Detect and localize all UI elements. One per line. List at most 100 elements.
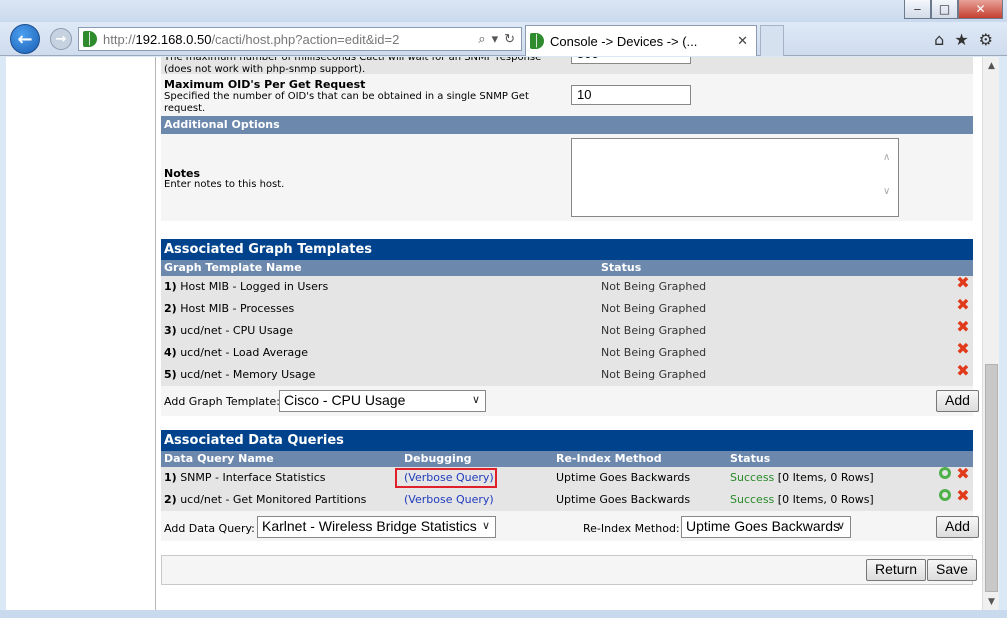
delete-icon[interactable]: ✖ (956, 466, 970, 482)
data-query-select[interactable]: Karlnet - Wireless Bridge Statistics ∨ (257, 516, 496, 538)
window-titlebar: ‒ □ ✕ (0, 0, 1007, 22)
max-oid-desc: Specified the number of OID's that can b… (164, 91, 529, 114)
reindex-method-select-value: Uptime Goes Backwards (686, 518, 841, 534)
delete-icon[interactable]: ✖ (956, 319, 970, 335)
browser-toolbar: ← → │ http://192.168.0.50/cacti/host.php… (0, 22, 1007, 56)
graph-template-name: 1) Host MIB - Logged in Users (164, 280, 329, 293)
delete-icon[interactable]: ✖ (956, 297, 970, 313)
url-prefix: http:// (103, 31, 136, 47)
max-oid-input[interactable]: 10 (571, 85, 691, 105)
delete-icon[interactable]: ✖ (956, 488, 970, 504)
add-data-query-label: Add Data Query: (164, 522, 255, 535)
scroll-up-arrow-icon[interactable]: ▲ (983, 57, 1000, 74)
data-queries-columns: Data Query Name Debugging Re-Index Metho… (161, 451, 973, 467)
chevron-down-icon: ∨ (481, 520, 490, 532)
url-path: /cacti/host.php?action=edit&id=2 (211, 31, 400, 47)
forward-button[interactable]: → (50, 28, 72, 50)
graph-templates-list: 1) Host MIB - Logged in Users Not Being G… (161, 275, 973, 386)
tab-close-icon[interactable]: ✕ (737, 33, 748, 49)
verbose-query-link[interactable]: (Verbose Query) (404, 489, 494, 511)
textarea-scroll-down-icon[interactable]: ∨ (883, 186, 890, 197)
settings-gear-icon[interactable]: ⚙ (979, 30, 993, 49)
home-icon[interactable]: ⌂ (934, 30, 944, 49)
textarea-scroll-up-icon[interactable]: ∧ (883, 152, 890, 163)
query-status: Success [0 Items, 0 Rows] (730, 493, 874, 506)
col-query-status: Status (730, 452, 771, 465)
new-tab-button[interactable] (760, 25, 784, 56)
minimize-button[interactable]: ‒ (904, 0, 931, 19)
scroll-down-arrow-icon[interactable]: ▼ (983, 593, 1000, 610)
graph-template-select-value: Cisco - CPU Usage (284, 392, 406, 408)
graph-template-name: 2) Host MIB - Processes (164, 302, 295, 315)
data-queries-header: Associated Data Queries (161, 430, 973, 451)
graph-status: Not Being Graphed (601, 324, 707, 337)
col-reindex-method: Re-Index Method (556, 452, 662, 465)
graph-status: Not Being Graphed (601, 280, 707, 293)
col-graph-status: Status (601, 261, 642, 274)
favorites-star-icon[interactable]: ★ (954, 30, 968, 49)
reindex-method-select[interactable]: Uptime Goes Backwards ∨ (681, 516, 851, 538)
data-queries-list: 1) SNMP - Interface Statistics (Verbose Q… (161, 466, 973, 511)
add-data-query-button[interactable]: Add (936, 516, 979, 538)
address-actions: ⌕ ▾ ↻ (478, 31, 515, 47)
snmp-timeout-row: The maximum number of milliseconds Cacti… (161, 57, 973, 75)
chevron-down-icon: ∨ (836, 520, 845, 532)
browser-tools: ⌂ ★ ⚙ (934, 30, 993, 49)
add-graph-template-label: Add Graph Template: (164, 395, 280, 408)
device-edit-content: The maximum number of milliseconds Cacti… (161, 57, 979, 585)
table-row: 4) ucd/net - Load Average Not Being Graph… (161, 341, 973, 364)
col-data-query-name: Data Query Name (164, 452, 274, 465)
reload-query-icon[interactable] (939, 467, 951, 479)
cacti-favicon-icon: │ (83, 31, 97, 47)
query-status: Success [0 Items, 0 Rows] (730, 471, 874, 484)
back-arrow-icon: ← (17, 28, 33, 50)
address-bar[interactable]: │ http://192.168.0.50/cacti/host.php?act… (78, 27, 522, 51)
table-row: 1) Host MIB - Logged in Users Not Being G… (161, 275, 973, 298)
graph-status: Not Being Graphed (601, 302, 707, 315)
delete-icon[interactable]: ✖ (956, 363, 970, 379)
max-oid-row: Maximum OID's Per Get Request Specified … (161, 74, 973, 116)
page-viewport: The maximum number of milliseconds Cacti… (6, 57, 982, 610)
graph-template-name: 5) ucd/net - Memory Usage (164, 368, 316, 381)
add-graph-template-button[interactable]: Add (936, 390, 979, 412)
reindex-method-label: Re-Index Method: (583, 522, 680, 535)
refresh-icon[interactable]: ↻ (504, 31, 515, 47)
maximize-button[interactable]: □ (931, 0, 958, 19)
delete-icon[interactable]: ✖ (956, 341, 970, 357)
additional-options-header: Additional Options (161, 116, 973, 134)
table-row: 2) ucd/net - Get Monitored Partitions (Ve… (161, 488, 973, 511)
browser-tab[interactable]: │ Console -> Devices -> (... ✕ (525, 25, 757, 56)
reindex-method-value: Uptime Goes Backwards (556, 471, 691, 484)
reindex-method-value: Uptime Goes Backwards (556, 493, 691, 506)
tab-title: Console -> Devices -> (... (550, 33, 698, 49)
max-oid-title: Maximum OID's Per Get Request (164, 78, 366, 91)
snmp-timeout-input[interactable]: 500 (571, 57, 691, 64)
search-icon[interactable]: ⌕ (478, 31, 485, 47)
data-query-select-value: Karlnet - Wireless Bridge Statistics (262, 518, 477, 534)
form-footer: Return Save (161, 555, 977, 585)
graph-status: Not Being Graphed (601, 346, 707, 359)
col-debugging: Debugging (404, 452, 472, 465)
scrollbar-thumb[interactable] (985, 364, 998, 592)
graph-templates-columns: Graph Template Name Status (161, 260, 973, 276)
col-graph-template-name: Graph Template Name (164, 261, 302, 274)
return-button[interactable]: Return (866, 559, 927, 581)
highlight-box (395, 468, 497, 488)
add-graph-template-row: Add Graph Template: Cisco - CPU Usage ∨ … (161, 386, 979, 416)
delete-icon[interactable]: ✖ (956, 275, 970, 291)
graph-template-name: 3) ucd/net - CPU Usage (164, 324, 294, 337)
dropdown-icon[interactable]: ▾ (492, 31, 499, 47)
reload-query-icon[interactable] (939, 489, 951, 501)
table-row: 1) SNMP - Interface Statistics (Verbose Q… (161, 466, 973, 489)
notes-textarea[interactable] (571, 138, 899, 217)
graph-template-select[interactable]: Cisco - CPU Usage ∨ (279, 390, 486, 412)
forward-arrow-icon: → (55, 31, 67, 47)
data-query-name: 2) ucd/net - Get Monitored Partitions (164, 493, 367, 506)
save-button[interactable]: Save (927, 559, 977, 581)
notes-row: Notes Enter notes to this host. ∧ ∨ (161, 134, 973, 221)
back-button[interactable]: ← (10, 24, 40, 54)
page-scrollbar[interactable]: ▲ ▼ (982, 57, 999, 610)
close-window-button[interactable]: ✕ (958, 0, 1003, 19)
data-query-name: 1) SNMP - Interface Statistics (164, 471, 326, 484)
left-navigation (6, 57, 156, 610)
